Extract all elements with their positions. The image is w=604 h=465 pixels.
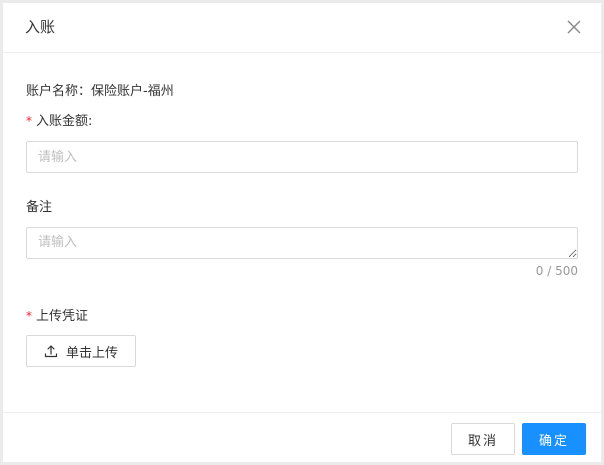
account-name-label: 账户名称： xyxy=(26,84,92,99)
required-mark: * xyxy=(26,114,32,128)
amount-label: 入账金额: xyxy=(36,114,93,129)
cancel-button-label: 取消 xyxy=(467,433,498,449)
account-name-value: 保险账户-福州 xyxy=(91,84,174,99)
required-mark: * xyxy=(26,309,32,323)
cancel-button[interactable]: 取消 xyxy=(451,423,515,455)
voucher-label: 上传凭证 xyxy=(36,309,89,324)
confirm-button-label: 确定 xyxy=(538,433,569,449)
close-icon[interactable] xyxy=(567,20,581,34)
remark-label: 备注 xyxy=(26,200,53,215)
upload-button-label: 单击上传 xyxy=(65,345,118,361)
dialog-title: 入账 xyxy=(25,18,56,36)
amount-input[interactable] xyxy=(26,141,578,173)
dialog-body: 账户名称：保险账户-福州 * 入账金额: 备注 0 / 500 * 上传凭证 单击上… xyxy=(3,53,601,412)
remark-char-counter: 0 / 500 xyxy=(535,264,578,278)
recharge-dialog: 入账 账户名称：保险账户-福州 * 入账金额: 备注 0 / 500 * 上传凭证 … xyxy=(3,3,601,462)
confirm-button[interactable]: 确定 xyxy=(522,423,586,455)
voucher-label-row: * 上传凭证 xyxy=(26,307,88,326)
upload-button[interactable]: 单击上传 xyxy=(26,335,136,367)
account-name-row: 账户名称：保险账户-福州 xyxy=(26,83,174,101)
amount-label-row: * 入账金额: xyxy=(26,112,92,131)
remark-textarea[interactable] xyxy=(26,227,578,259)
dialog-footer: 取消 确定 xyxy=(3,412,601,462)
upload-icon xyxy=(44,345,58,358)
dialog-header: 入账 xyxy=(3,3,601,53)
